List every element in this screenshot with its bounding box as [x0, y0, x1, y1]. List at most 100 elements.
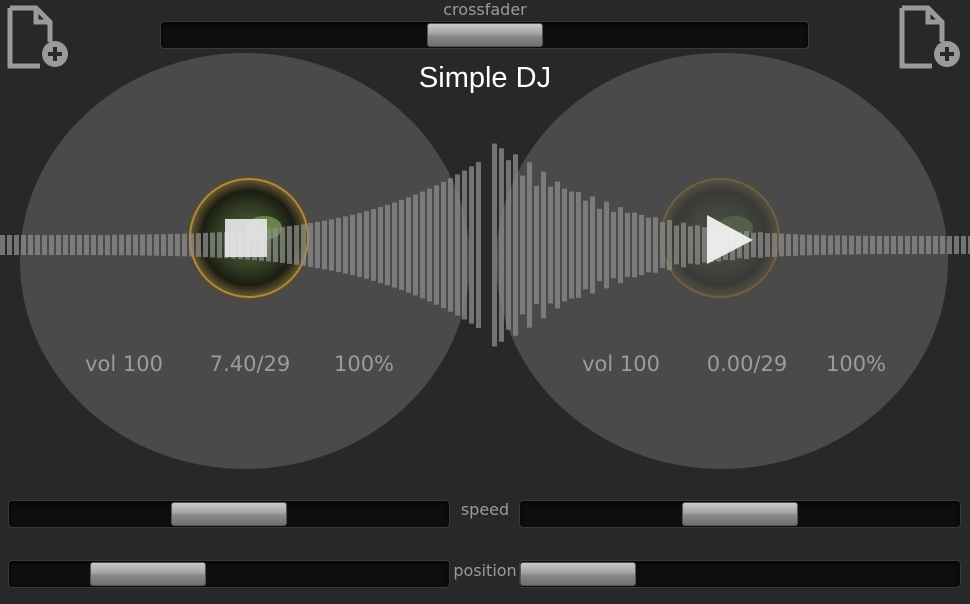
waveform-bar: [378, 207, 383, 283]
waveform-bar: [210, 232, 215, 258]
left-position-slider[interactable]: [8, 560, 450, 588]
waveform-bar: [611, 211, 616, 279]
waveform-bar: [301, 224, 306, 266]
dj-app: crossfader Simple DJ vol 100 7.40/29 100…: [0, 0, 970, 604]
waveform-bar: [287, 226, 292, 264]
waveform-bar: [555, 181, 560, 309]
waveform-bar: [569, 191, 574, 299]
waveform-bar: [583, 200, 588, 290]
waveform-bar: [828, 235, 833, 255]
waveform-bar: [779, 233, 784, 257]
waveform-bar: [21, 234, 26, 256]
waveform-bar: [217, 232, 222, 258]
waveform-bar: [534, 185, 539, 305]
waveform-bar: [884, 235, 889, 255]
waveform-bar: [667, 219, 672, 271]
waveform-bar: [91, 234, 96, 256]
waveform-bar: [954, 235, 959, 255]
waveform-bar: [112, 234, 117, 256]
waveform-bar: [154, 234, 159, 256]
waveform-bar: [695, 225, 700, 265]
right-position-slider[interactable]: [519, 560, 961, 588]
waveform-bar: [168, 234, 173, 256]
waveform-bar: [441, 181, 446, 309]
waveform-bar: [161, 234, 166, 256]
waveform-bar: [821, 235, 826, 255]
waveform-bar: [541, 171, 546, 319]
waveform-bar: [597, 208, 602, 282]
waveform-bar: [14, 234, 19, 256]
waveform-bar: [105, 234, 110, 256]
right-speed-slider[interactable]: [519, 500, 961, 528]
waveform-bar: [315, 221, 320, 269]
waveform-bar: [462, 170, 467, 320]
waveform-bar: [807, 234, 812, 256]
waveform-bar: [688, 226, 693, 264]
waveform-bar: [308, 223, 313, 267]
speed-label: speed: [460, 500, 510, 519]
waveform-bar: [28, 234, 33, 256]
waveform-bar: [786, 234, 791, 256]
waveform-bar: [513, 154, 518, 336]
stop-icon[interactable]: [225, 219, 267, 257]
waveform-bar: [849, 235, 854, 255]
waveform-bar: [653, 217, 658, 273]
waveform-bar: [343, 216, 348, 274]
crossfader-slider[interactable]: [160, 21, 809, 49]
waveform-bar: [835, 235, 840, 255]
left-volume-readout: vol 100: [85, 352, 163, 376]
waveform-bar: [448, 178, 453, 312]
waveform-bar: [56, 234, 61, 256]
waveform-bar: [42, 234, 47, 256]
waveform-bar: [632, 212, 637, 278]
waveform-bar: [702, 227, 707, 263]
right-position-thumb[interactable]: [520, 562, 636, 586]
waveform-bar: [877, 235, 882, 255]
waveform-bar: [119, 234, 124, 256]
right-speed-readout: 100%: [825, 352, 887, 376]
waveform-bar: [357, 213, 362, 277]
waveform-bar: [371, 209, 376, 281]
waveform-bar: [455, 174, 460, 316]
left-position-thumb[interactable]: [90, 562, 206, 586]
waveform-bar: [175, 233, 180, 257]
waveform-bar: [758, 232, 763, 258]
waveform-bar: [527, 162, 532, 328]
waveform-bar: [77, 234, 82, 256]
waveform-bar: [434, 185, 439, 305]
waveform-bar: [203, 232, 208, 258]
waveform-bar: [933, 235, 938, 255]
waveform-bar: [189, 233, 194, 257]
waveform-bar: [476, 162, 481, 328]
left-speed-thumb[interactable]: [171, 502, 287, 526]
waveform-bar: [196, 233, 201, 257]
waveform-bar: [590, 196, 595, 294]
waveform-bar: [891, 235, 896, 255]
waveform-bar: [947, 235, 952, 255]
crossfader-thumb[interactable]: [427, 23, 543, 47]
waveform-bar: [520, 175, 525, 315]
position-label: position: [453, 561, 517, 580]
waveform-bar: [420, 191, 425, 299]
right-volume-readout: vol 100: [582, 352, 660, 376]
waveform-bar: [618, 207, 623, 283]
waveform-bar: [660, 222, 665, 268]
right-speed-thumb[interactable]: [682, 502, 798, 526]
waveform-bar: [506, 160, 511, 330]
waveform-bar: [336, 217, 341, 273]
waveform-bar: [140, 234, 145, 256]
waveform-bar: [182, 233, 187, 257]
waveform-bar: [751, 232, 756, 258]
waveform-bar: [35, 234, 40, 256]
waveform-bar: [492, 143, 497, 347]
left-speed-slider[interactable]: [8, 500, 450, 528]
waveform-bar: [800, 234, 805, 256]
waveform-bar: [350, 214, 355, 276]
waveform-bar: [126, 234, 131, 256]
waveform-bar: [49, 234, 54, 256]
left-speed-readout: 100%: [333, 352, 395, 376]
waveform-bar: [385, 204, 390, 286]
waveform-bar: [926, 235, 931, 255]
crossfader-label: crossfader: [443, 0, 527, 19]
left-time-readout: 7.40/29: [209, 352, 291, 376]
